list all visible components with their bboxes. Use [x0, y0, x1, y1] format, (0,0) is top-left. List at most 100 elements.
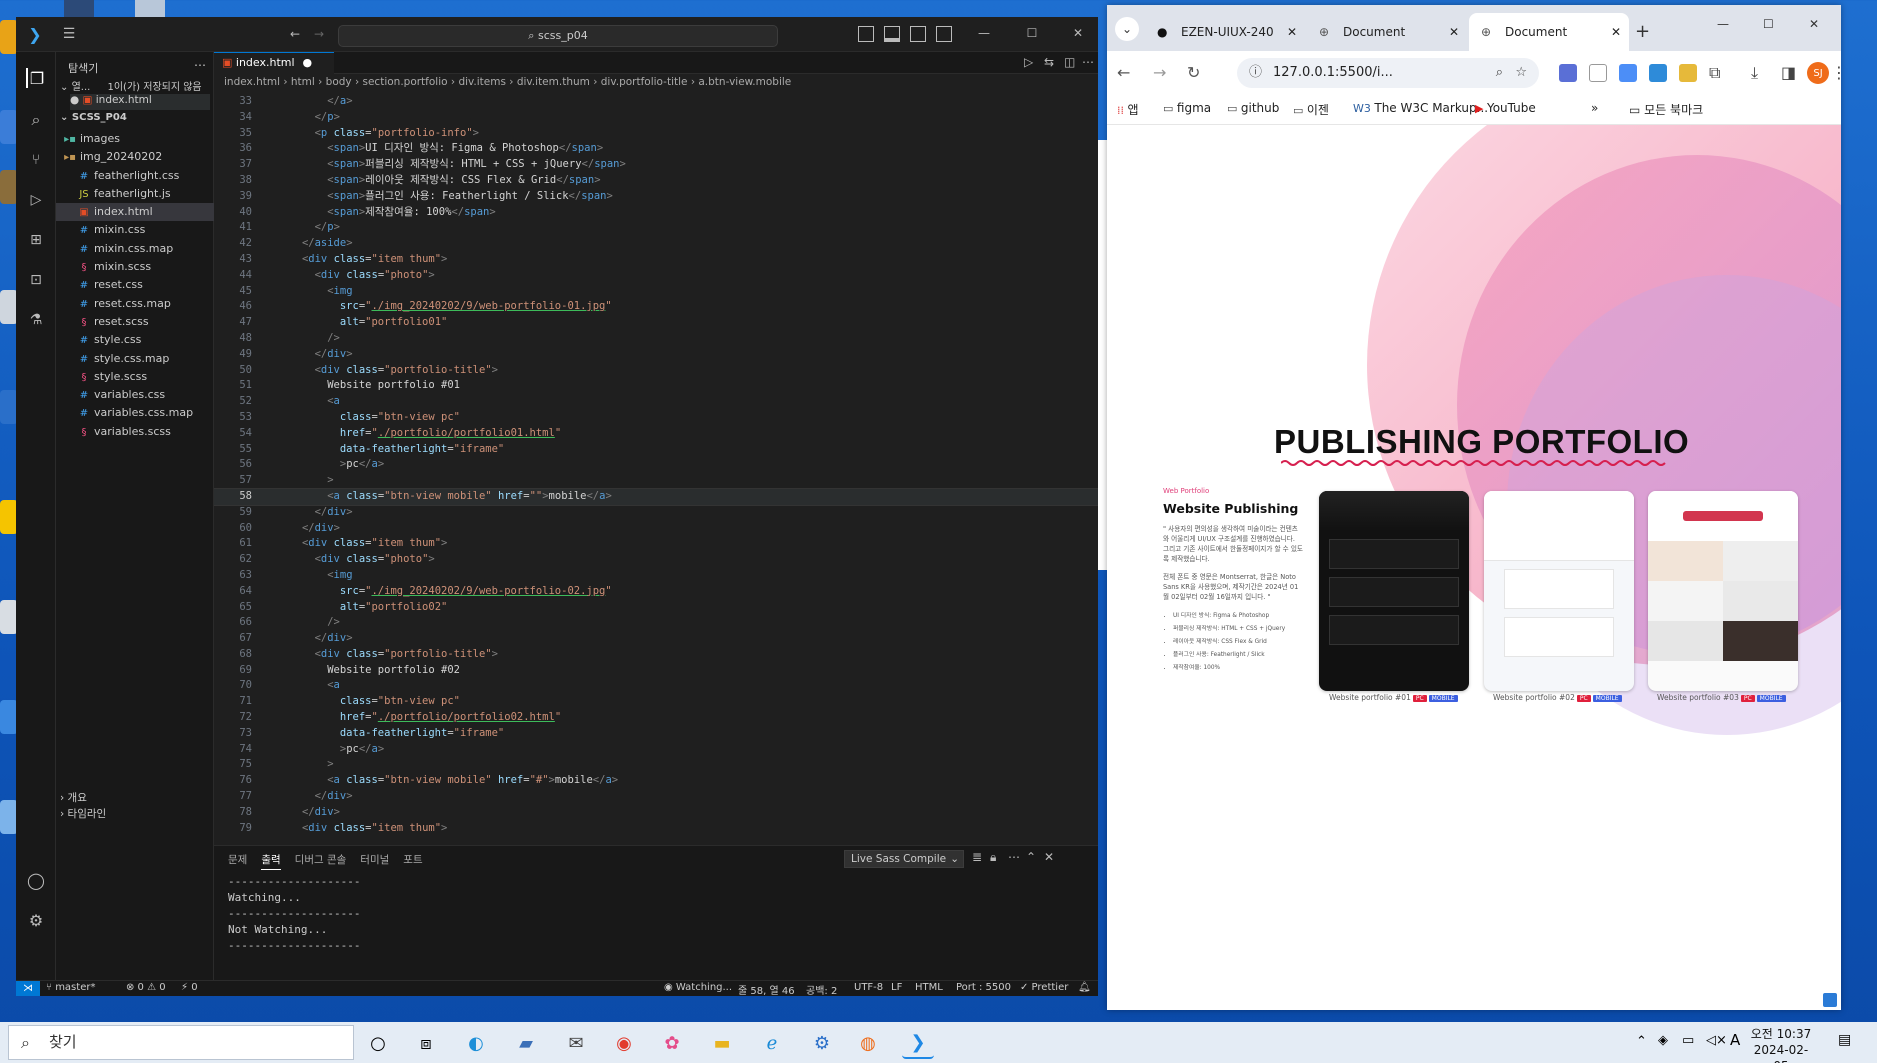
bookmark-item[interactable]: ▭ 이젠 — [1293, 101, 1329, 118]
desktop-icon[interactable] — [135, 0, 165, 18]
back-arrow-icon[interactable]: ← — [1117, 63, 1130, 82]
file-tree-item[interactable]: § reset.scss — [56, 313, 214, 331]
code-line[interactable]: 40 <span>제작참여율: 100%</span> — [214, 205, 1098, 221]
split-editor-icon[interactable]: ◫ — [1064, 55, 1075, 69]
customize-layout-icon[interactable] — [936, 26, 952, 42]
command-center[interactable]: ⌕ scss_p04 — [338, 25, 778, 47]
portfolio-thumb-1[interactable] — [1319, 491, 1469, 691]
menu-icon[interactable]: ☰ — [60, 25, 78, 43]
unsaved-dot-icon[interactable]: ● — [303, 56, 313, 69]
eol[interactable]: LF — [891, 982, 902, 993]
address-bar[interactable]: ⓘ 127.0.0.1:5500/i... ⌕ ☆ — [1237, 58, 1539, 88]
panel-tab[interactable]: 문제 — [228, 854, 247, 866]
extension-icon[interactable] — [1589, 64, 1607, 82]
desktop-icon[interactable] — [64, 0, 94, 18]
site-info-icon[interactable]: ⓘ — [1249, 58, 1262, 88]
problems-count[interactable]: ⊗ 0 ⚠ 0 — [126, 982, 166, 993]
file-tree-item[interactable]: ▸▪ images — [56, 130, 214, 148]
code-editor[interactable]: 33 </a> 34 </p> 35 <p class="portfolio-inf… — [214, 94, 1098, 844]
close-tab-icon[interactable]: ✕ — [1449, 13, 1459, 51]
breadcrumb-item[interactable]: div.items — [458, 76, 506, 88]
code-line[interactable]: 75 > — [214, 757, 1098, 773]
vscode-taskbar-icon[interactable]: ❯ — [902, 1027, 934, 1059]
code-line[interactable]: 61 <div class="item thum"> — [214, 536, 1098, 552]
file-tree-item[interactable]: # reset.css.map — [56, 295, 214, 313]
code-line[interactable]: 38 <span>레이아웃 제작방식: CSS Flex & Grid</spa… — [214, 173, 1098, 189]
extension-icon[interactable] — [1619, 64, 1637, 82]
edge-icon[interactable]: ◐ — [460, 1027, 492, 1059]
bookmark-item[interactable]: W3 The W3C Markup... — [1353, 101, 1488, 115]
code-line[interactable]: 73 data-featherlight="iframe" — [214, 726, 1098, 742]
timeline-section[interactable]: › 타임라인 — [60, 806, 106, 821]
more-actions-icon[interactable]: ⋯ — [1082, 55, 1094, 69]
file-tree-item[interactable]: § mixin.scss — [56, 258, 214, 276]
maximize-icon[interactable]: ☐ — [1022, 23, 1042, 43]
code-line[interactable]: 79 <div class="item thum"> — [214, 821, 1098, 837]
volume-icon[interactable]: ◁× — [1706, 1033, 1727, 1048]
language-mode[interactable]: HTML — [915, 982, 943, 993]
panel-tab[interactable]: 출력 — [261, 854, 281, 870]
panel-tab[interactable]: 터미널 — [360, 854, 389, 866]
minimize-icon[interactable]: — — [974, 23, 994, 43]
search-icon[interactable]: ⌕ — [26, 110, 46, 130]
close-icon[interactable]: ✕ — [1809, 17, 1819, 31]
code-line[interactable]: 36 <span>UI 디자인 방식: Figma & Photoshop</s… — [214, 141, 1098, 157]
file-tree-item[interactable]: JS featherlight.js — [56, 185, 214, 203]
file-tree-item[interactable]: # style.css — [56, 331, 214, 349]
settings-gear-icon[interactable]: ⚙ — [26, 910, 46, 930]
pc-link[interactable]: PC — [1740, 695, 1755, 702]
code-line[interactable]: 78 </div> — [214, 805, 1098, 821]
file-tree-item[interactable]: § variables.scss — [56, 423, 214, 441]
file-tree-item[interactable]: # variables.css.map — [56, 404, 214, 422]
more-actions-icon[interactable]: ⋯ — [194, 58, 206, 72]
code-line[interactable]: 46 src="./img_20240202/9/web-portfolio-0… — [214, 299, 1098, 315]
remote-explorer-icon[interactable]: ⊡ — [26, 270, 46, 290]
mobile-link[interactable]: MOBILE — [1756, 695, 1786, 702]
indentation[interactable]: 공백: 2 — [806, 982, 837, 996]
forward-arrow-icon[interactable]: → — [1153, 63, 1166, 82]
firefox-icon[interactable]: ◍ — [852, 1027, 884, 1059]
code-line[interactable]: 60 </div> — [214, 521, 1098, 537]
network-icon[interactable]: ▭ — [1682, 1033, 1694, 1048]
extension-icon[interactable] — [1679, 64, 1697, 82]
open-editors-header[interactable]: ⌄ 열... 1이(가) 저장되지 않음 — [60, 78, 210, 94]
code-line[interactable]: 56 >pc</a> — [214, 457, 1098, 473]
tray-app-icon[interactable]: ◈ — [1658, 1033, 1668, 1048]
taskbar-search[interactable]: ⌕ 찾기 — [8, 1025, 354, 1060]
pc-link[interactable]: PC — [1576, 695, 1591, 702]
close-icon[interactable]: ✕ — [1068, 23, 1088, 43]
code-line[interactable]: 50 <div class="portfolio-title"> — [214, 363, 1098, 379]
file-tree-item[interactable]: # style.css.map — [56, 350, 214, 368]
file-explorer-icon[interactable]: ▬ — [706, 1027, 738, 1059]
lock-icon[interactable]: 🔒︎ — [990, 850, 996, 865]
testing-icon[interactable]: ⚗ — [26, 310, 46, 330]
bookmark-item[interactable]: ▭ github — [1227, 101, 1279, 115]
ie-icon[interactable]: ℯ — [756, 1027, 788, 1059]
mobile-link[interactable]: MOBILE — [1428, 695, 1458, 702]
extension-icon[interactable] — [1559, 64, 1577, 82]
remote-indicator-icon[interactable]: ⋊ — [16, 981, 40, 996]
maximize-icon[interactable]: ☐ — [1763, 17, 1774, 31]
code-line[interactable]: 76 <a class="btn-view mobile" href="#">m… — [214, 773, 1098, 789]
code-line[interactable]: 49 </div> — [214, 347, 1098, 363]
code-line[interactable]: 69 Website portfolio #02 — [214, 663, 1098, 679]
code-line[interactable]: 57 > — [214, 473, 1098, 489]
bookmark-star-icon[interactable]: ☆ — [1515, 58, 1527, 88]
toggle-secondary-sidebar-icon[interactable] — [910, 26, 926, 42]
notifications-icon[interactable]: ▤ — [1838, 1032, 1851, 1048]
code-line[interactable]: 67 </div> — [214, 631, 1098, 647]
file-tree-item[interactable]: # mixin.css — [56, 221, 214, 239]
code-line[interactable]: 58 <a class="btn-view mobile" href="">mo… — [214, 487, 1098, 506]
code-line[interactable]: 72 href="./portfolio/portfolio02.html" — [214, 710, 1098, 726]
portfolio-thumb-2[interactable] — [1484, 491, 1634, 691]
panel-tab[interactable]: 디버그 콘솔 — [295, 854, 347, 866]
sass-watching[interactable]: ◉ Watching... — [664, 982, 732, 993]
code-line[interactable]: 33 </a> — [214, 94, 1098, 110]
explorer-icon[interactable]: ❐ — [26, 68, 46, 88]
file-tree-item[interactable]: # variables.css — [56, 386, 214, 404]
code-line[interactable]: 70 <a — [214, 678, 1098, 694]
prettier-status[interactable]: ✓ Prettier — [1020, 982, 1068, 993]
back-arrow-icon[interactable]: ← — [286, 25, 304, 43]
breadcrumb-item[interactable]: section.portfolio — [363, 76, 448, 88]
side-panel-icon[interactable]: ◨ — [1781, 63, 1796, 82]
